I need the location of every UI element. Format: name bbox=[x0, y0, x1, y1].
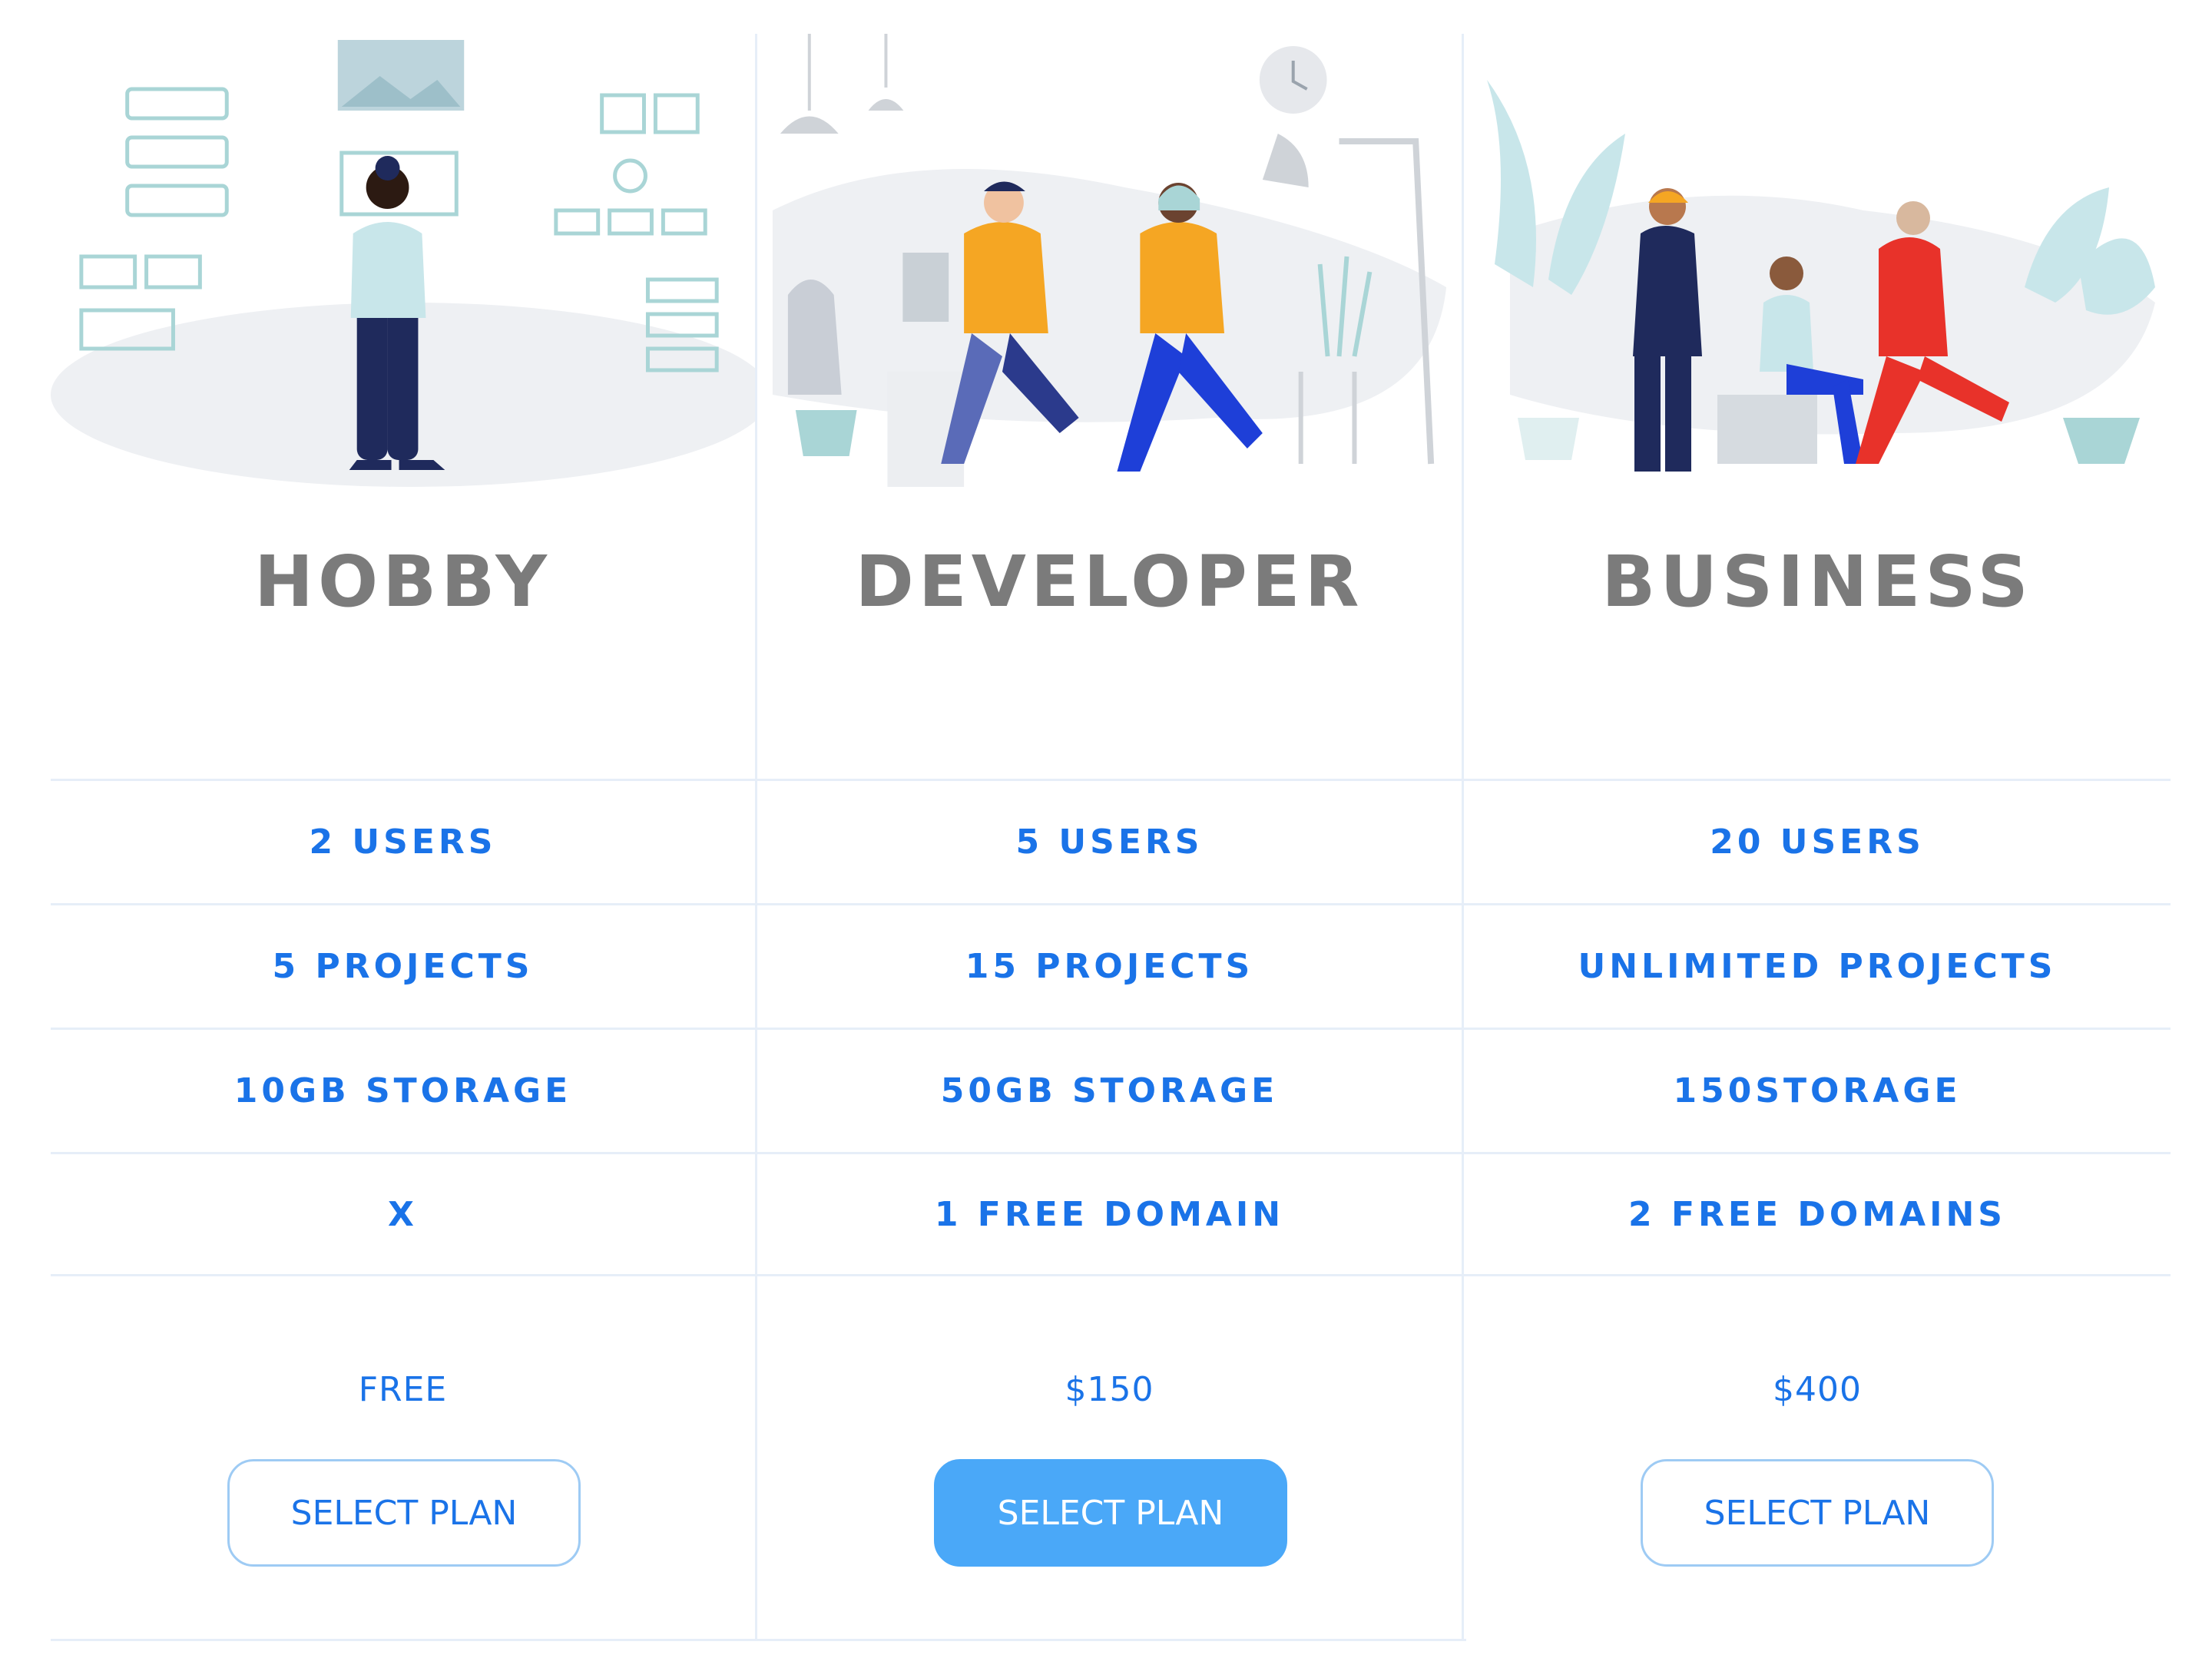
feature-projects: 15 PROJECTS bbox=[757, 903, 1462, 1028]
feature-domains: X bbox=[51, 1152, 755, 1276]
plan-price: $400 bbox=[1773, 1370, 1862, 1409]
plan-name: HOBBY bbox=[253, 541, 552, 623]
pricing-table: HOBBY 2 USERS 5 PROJECTS 10GB STORAGE X … bbox=[51, 34, 2171, 1639]
plan-column-hobby: HOBBY 2 USERS 5 PROJECTS 10GB STORAGE X … bbox=[51, 34, 757, 1639]
select-plan-button-developer[interactable]: SELECT PLAN bbox=[934, 1459, 1287, 1567]
plan-price: FREE bbox=[358, 1370, 448, 1409]
team-meeting-illustration bbox=[1464, 34, 2171, 495]
select-plan-button-business[interactable]: SELECT PLAN bbox=[1641, 1459, 1994, 1567]
plan-column-developer: DEVELOPER 5 USERS 15 PROJECTS 50GB STORA… bbox=[757, 34, 1464, 1639]
plan-column-business: BUSINESS 20 USERS UNLIMITED PROJECTS 150… bbox=[1464, 34, 2171, 1567]
select-plan-button-hobby[interactable]: SELECT PLAN bbox=[227, 1459, 581, 1567]
feature-users: 20 USERS bbox=[1464, 779, 2171, 903]
feature-domains: 1 FREE DOMAIN bbox=[757, 1152, 1462, 1276]
plan-price: $150 bbox=[1065, 1370, 1154, 1409]
feature-list: 5 USERS 15 PROJECTS 50GB STORAGE 1 FREE … bbox=[757, 779, 1462, 1276]
feature-users: 5 USERS bbox=[757, 779, 1462, 903]
table-bottom-border bbox=[51, 1639, 1466, 1641]
feature-storage: 150STORAGE bbox=[1464, 1028, 2171, 1152]
feature-list: 20 USERS UNLIMITED PROJECTS 150STORAGE 2… bbox=[1464, 779, 2171, 1276]
feature-users: 2 USERS bbox=[51, 779, 755, 903]
plan-name: BUSINESS bbox=[1601, 541, 2033, 623]
feature-storage: 50GB STORAGE bbox=[757, 1028, 1462, 1152]
feature-projects: 5 PROJECTS bbox=[51, 903, 755, 1028]
feature-list: 2 USERS 5 PROJECTS 10GB STORAGE X bbox=[51, 779, 755, 1276]
feature-domains: 2 FREE DOMAINS bbox=[1464, 1152, 2171, 1276]
feature-projects: UNLIMITED PROJECTS bbox=[1464, 903, 2171, 1028]
plan-name: DEVELOPER bbox=[855, 541, 1364, 623]
two-people-walking-illustration bbox=[757, 34, 1462, 495]
feature-storage: 10GB STORAGE bbox=[51, 1028, 755, 1152]
wireframe-person-illustration bbox=[51, 34, 755, 495]
